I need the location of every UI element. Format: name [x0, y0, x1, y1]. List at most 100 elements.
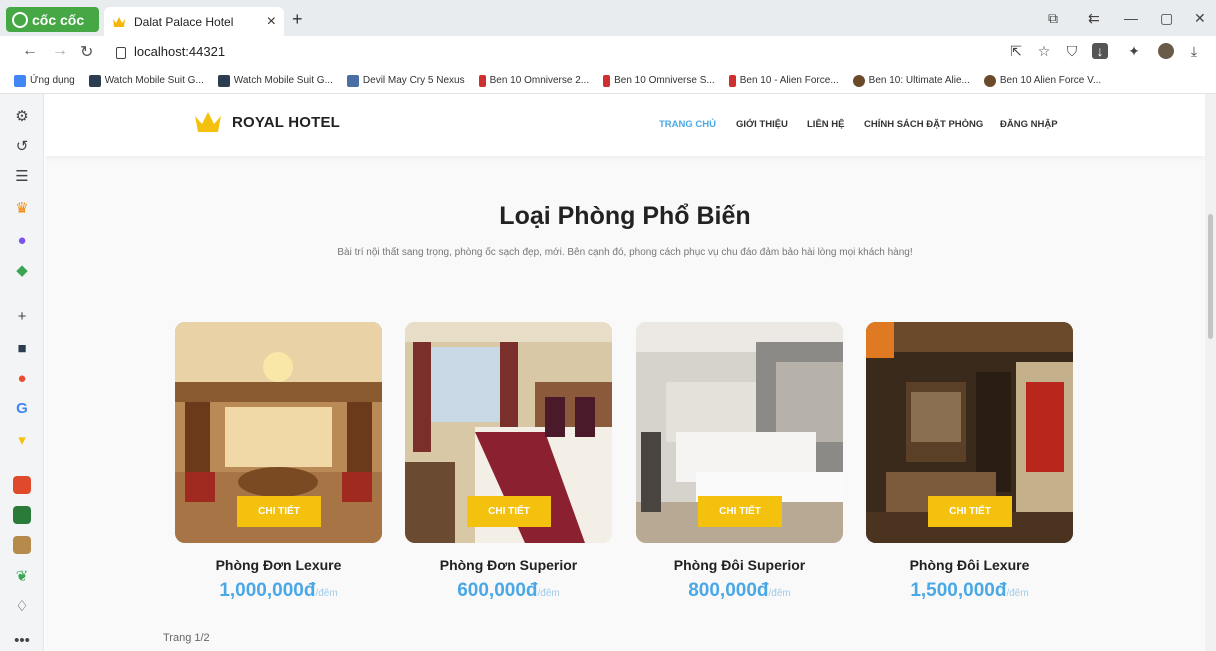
room-detail-button[interactable]: CHI TIẾT — [698, 496, 782, 527]
room-price: 800,000đ/đêm — [636, 580, 843, 602]
shield-icon[interactable]: ⛉ — [1064, 43, 1080, 59]
maximize-icon[interactable]: ▢ — [1160, 10, 1173, 27]
room-card: CHI TIẾT Phòng Đôi Superior 800,000đ/đêm — [636, 322, 843, 601]
room-name: Phòng Đơn Lexure — [215, 557, 342, 573]
bookmark-item[interactable]: Devil May Cry 5 Nexus — [346, 74, 465, 87]
bookmark-item[interactable]: Ben 10 - Alien Force... — [728, 74, 839, 87]
crown-favicon-icon — [113, 16, 125, 27]
messenger-icon[interactable]: ● — [13, 232, 31, 250]
extensions-icon[interactable]: ✦ — [1126, 43, 1142, 59]
bookmarks-bar: Ứng dụng Watch Mobile Suit G... Watch Mo… — [0, 68, 1216, 94]
page-scrollbar[interactable] — [1205, 94, 1216, 651]
history-icon[interactable]: ↺ — [13, 138, 31, 156]
site-favicon-icon — [852, 74, 865, 87]
site-logo-text: ROYAL HOTEL — [232, 113, 341, 131]
browser-brand-label: cốc cốc — [32, 11, 85, 28]
room-detail-button[interactable]: CHI TIẾT — [467, 496, 551, 527]
room-card: CHI TIẾT Phòng Đôi Lexure 1,500,000đ/đêm — [866, 322, 1073, 601]
nav-contact[interactable]: LIÊN HỆ — [807, 119, 844, 130]
bookmark-item[interactable]: Ben 10 Omniverse S... — [603, 74, 715, 87]
section-title: Loại Phòng Phổ Biến — [499, 202, 751, 230]
nav-home[interactable]: TRANG CHỦ — [659, 119, 716, 130]
section-subtitle: Bài trí nội thất sang trọng, phòng ốc sạ… — [337, 247, 913, 258]
site-favicon-icon — [478, 74, 486, 87]
site-favicon-icon — [346, 74, 359, 87]
back-arrow-icon[interactable]: ← — [22, 42, 38, 60]
browser-tab-bar: cốc cốc Dalat Palace Hotel × + ⧉ ⇇ — ▢ ✕ — [0, 0, 1216, 36]
room-price-value: 600,000đ — [457, 580, 538, 601]
room-price-unit: /đêm — [768, 588, 791, 599]
tab-search-icon[interactable]: ⧉ — [1048, 10, 1058, 27]
url-text: localhost:44321 — [134, 44, 226, 59]
app-icon[interactable] — [13, 476, 31, 494]
pagination-label: Trang 1/2 — [163, 632, 210, 644]
window-close-icon[interactable]: ✕ — [1194, 10, 1206, 27]
room-price-unit: /đêm — [1006, 588, 1029, 599]
bookmark-item[interactable]: Watch Mobile Suit G... — [217, 74, 333, 87]
bookmark-item[interactable]: Ben 10 Omniverse 2... — [478, 74, 589, 87]
share-icon[interactable]: ⇱ — [1008, 43, 1024, 59]
crown-logo-icon — [195, 112, 221, 132]
google-icon[interactable]: G — [13, 400, 31, 418]
site-favicon-icon — [88, 74, 101, 87]
room-photo: CHI TIẾT — [866, 322, 1073, 543]
download-ext-icon[interactable]: ↓ — [1092, 43, 1108, 59]
room-photo: CHI TIẾT — [636, 322, 843, 543]
address-bar: ← → ↻ localhost:44321 ⇱ ☆ ⛉ ↓ ✦ ⤓ — [0, 36, 1216, 68]
profile-avatar[interactable] — [1158, 43, 1174, 59]
browser-tab[interactable]: Dalat Palace Hotel × — [104, 7, 284, 36]
more-icon[interactable]: ••• — [13, 632, 31, 650]
room-price: 600,000đ/đêm — [405, 580, 612, 602]
tab-close-icon[interactable]: × — [267, 13, 276, 31]
new-tab-icon[interactable]: + — [292, 9, 303, 30]
forward-arrow-icon[interactable]: → — [52, 42, 68, 60]
bookmark-star-icon[interactable]: ☆ — [1036, 43, 1052, 59]
room-name: Phòng Đôi Lexure — [909, 557, 1030, 573]
site-logo[interactable]: ROYAL HOTEL — [194, 111, 340, 133]
app-icon[interactable]: ■ — [13, 340, 31, 358]
chrome-icon[interactable]: ● — [13, 370, 31, 388]
room-photo: CHI TIẾT — [175, 322, 382, 543]
room-price: 1,000,000đ/đêm — [175, 580, 382, 602]
site-favicon-icon — [217, 74, 230, 87]
settings-gear-icon[interactable]: ⚙ — [13, 108, 31, 126]
bookmark-item[interactable]: Ứng dụng — [14, 74, 75, 87]
game-icon[interactable]: ◆ — [13, 262, 31, 280]
reading-list-icon[interactable]: ☰ — [13, 168, 31, 186]
site-favicon-icon — [728, 74, 736, 87]
nav-about[interactable]: GIỚI THIỆU — [736, 119, 788, 130]
bookmark-item[interactable]: Ben 10: Ultimate Alie... — [852, 74, 970, 87]
site-favicon-icon — [603, 74, 611, 87]
reload-icon[interactable]: ↻ — [80, 42, 93, 62]
bell-icon[interactable]: ♢ — [13, 598, 31, 616]
translate-icon[interactable]: ▾ — [13, 432, 31, 450]
site-header: ROYAL HOTEL TRANG CHỦ GIỚI THIỆU LIÊN HỆ… — [45, 94, 1205, 156]
url-field[interactable]: localhost:44321 — [116, 44, 225, 59]
nav-booking-policy[interactable]: CHÍNH SÁCH ĐẶT PHÒNG — [864, 119, 983, 130]
app-icon[interactable] — [13, 506, 31, 524]
app-icon[interactable] — [13, 536, 31, 554]
crown-icon[interactable]: ♛ — [13, 200, 31, 218]
minimize-icon[interactable]: — — [1124, 10, 1138, 26]
room-price-value: 1,500,000đ — [910, 580, 1007, 601]
bookmark-item[interactable]: Ben 10 Alien Force V... — [983, 74, 1101, 87]
scrollbar-thumb[interactable] — [1208, 214, 1213, 339]
back-list-icon[interactable]: ⇇ — [1088, 10, 1100, 27]
room-detail-button[interactable]: CHI TIẾT — [928, 496, 1012, 527]
coccoc-logo-icon — [12, 11, 28, 28]
lock-icon — [116, 46, 126, 59]
bookmark-item[interactable]: Watch Mobile Suit G... — [88, 74, 204, 87]
room-price-value: 1,000,000đ — [219, 580, 316, 601]
browser-brand-button[interactable]: cốc cốc — [6, 7, 99, 32]
web-page: ROYAL HOTEL TRANG CHỦ GIỚI THIỆU LIÊN HỆ… — [45, 94, 1205, 651]
browser-sidebar: ⚙ ↺ ☰ ♛ ● ◆ + ■ ● G ▾ ❦ ♢ ••• — [0, 94, 44, 651]
add-icon[interactable]: + — [13, 308, 31, 326]
room-detail-button[interactable]: CHI TIẾT — [237, 496, 321, 527]
site-favicon-icon — [983, 74, 996, 87]
leaf-icon[interactable]: ❦ — [13, 568, 31, 586]
nav-login[interactable]: ĐĂNG NHẬP — [1000, 119, 1058, 130]
room-price-unit: /đêm — [315, 588, 338, 599]
room-photo: CHI TIẾT — [405, 322, 612, 543]
downloads-icon[interactable]: ⤓ — [1186, 43, 1202, 59]
room-card: CHI TIẾT Phòng Đơn Superior 600,000đ/đêm — [405, 322, 612, 601]
